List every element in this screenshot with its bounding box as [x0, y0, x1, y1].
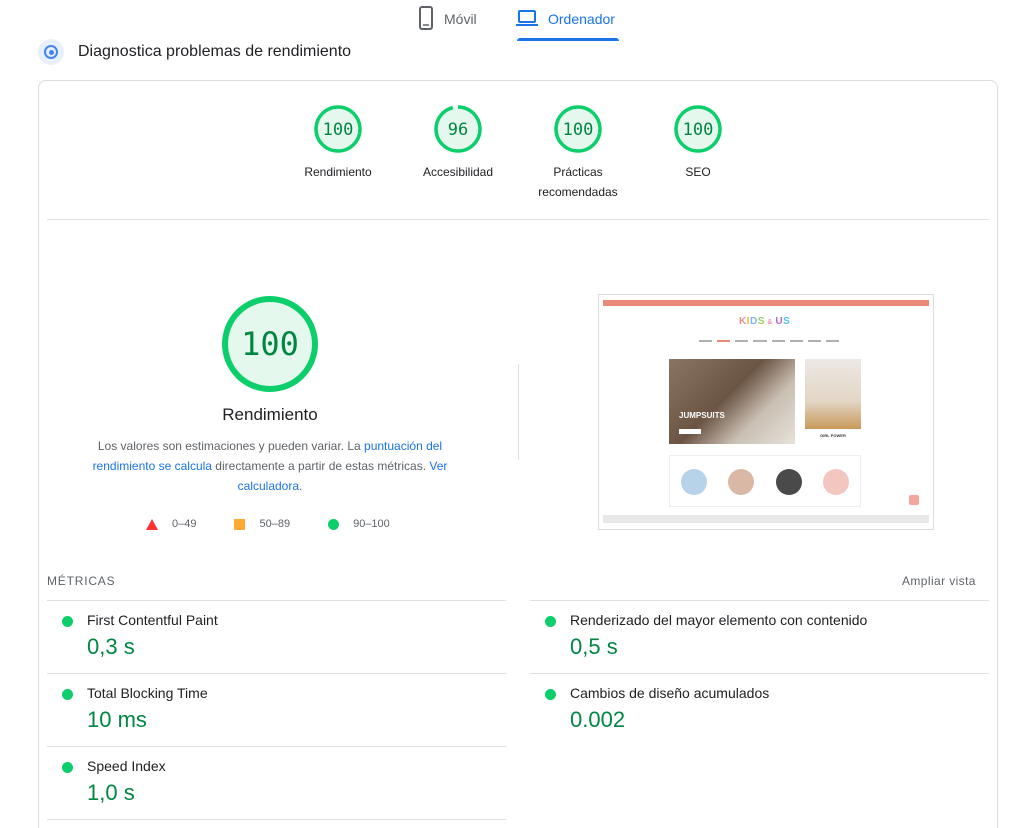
- thumb-hero-text: JUMPSUITS: [679, 411, 725, 420]
- gauge-rendimiento[interactable]: 100 Rendimiento: [278, 104, 398, 182]
- gauge-ring: 100: [314, 105, 362, 153]
- metric-lcp: Renderizado del mayor elemento con conte…: [530, 600, 989, 673]
- gauge-seo[interactable]: 100 SEO: [638, 104, 758, 182]
- legend-pass-label: 90–100: [353, 518, 390, 530]
- gauge-label: Accesibilidad: [422, 165, 494, 179]
- thumb-hero-button: [679, 429, 701, 434]
- thumb-cookie-bar: [603, 515, 929, 523]
- pass-icon: [545, 689, 556, 700]
- gauge-label-line2: recomendadas: [538, 185, 618, 199]
- thumb-side-text: GIRL POWER: [820, 433, 846, 438]
- thumb-banner: [603, 300, 929, 306]
- final-screenshot[interactable]: KIDS & US JUMPSUITS GIRL POWER: [598, 294, 934, 530]
- pass-icon: [62, 762, 73, 773]
- metric-title: Speed Index: [87, 758, 166, 774]
- metric-value: 0,5 s: [570, 634, 618, 659]
- metrics-heading: MÉTRICAS: [47, 574, 116, 588]
- section-title: Diagnostica problemas de rendimiento: [78, 43, 352, 60]
- metric-title: Renderizado del mayor elemento con conte…: [570, 612, 868, 628]
- legend-average-label: 50–89: [259, 518, 291, 530]
- tab-mobile-label: Móvil: [444, 11, 477, 27]
- gauge-score: 100: [563, 120, 594, 140]
- metric-si: Speed Index 1,0 s: [47, 746, 506, 819]
- metric-value: 10 ms: [87, 707, 147, 732]
- legend-fail-label: 0–49: [172, 518, 197, 530]
- pass-icon: [545, 616, 556, 627]
- triangle-icon: [146, 518, 158, 530]
- thumb-logo: KIDS & US: [739, 316, 791, 327]
- desc-text: Los valores son estimaciones y pueden va…: [97, 439, 365, 453]
- gauge-score: 96: [448, 120, 468, 140]
- performance-label: Rendimiento: [222, 405, 318, 424]
- legend-fail: 0–49: [146, 518, 196, 530]
- device-tabs: Móvil Ordenador: [0, 0, 1030, 42]
- thumb-side-image: [805, 359, 861, 429]
- metric-value: 1,0 s: [87, 780, 135, 805]
- diagnose-heading: Diagnostica problemas de rendimiento: [38, 38, 351, 66]
- metric-value: 0,3 s: [87, 634, 135, 659]
- metric-cls: Cambios de diseño acumulados 0.002: [530, 673, 989, 746]
- gauge-label: Rendimiento: [304, 165, 372, 179]
- circle-icon: [328, 518, 340, 530]
- performance-gauge: 100: [220, 294, 320, 394]
- gauge-score: 100: [323, 120, 354, 140]
- gauge-ring: 100: [674, 105, 722, 153]
- gauge-ring: 96: [434, 105, 482, 153]
- performance-description: Los valores son estimaciones y pueden va…: [86, 436, 454, 496]
- metric-title: Cambios de diseño acumulados: [570, 685, 770, 701]
- legend-average: 50–89: [234, 518, 290, 530]
- legend-pass: 90–100: [328, 518, 390, 530]
- metric-title: Total Blocking Time: [87, 685, 208, 701]
- gauge-accesibilidad[interactable]: 96 Accesibilidad: [398, 104, 518, 182]
- gauge-score: 100: [683, 120, 714, 140]
- tab-desktop[interactable]: Ordenador: [516, 4, 615, 34]
- diagnose-icon: [38, 39, 64, 65]
- performance-score: 100: [241, 325, 299, 363]
- metric-title: First Contentful Paint: [87, 612, 218, 628]
- divider: [47, 819, 506, 820]
- phone-icon: [418, 5, 434, 33]
- desc-text: directamente a partir de estas métricas.: [211, 459, 430, 473]
- pass-icon: [62, 689, 73, 700]
- gauge-practicas[interactable]: 100 Prácticas recomendadas: [518, 104, 638, 202]
- active-tab-indicator: [517, 38, 619, 41]
- metric-tbt: Total Blocking Time 10 ms: [47, 673, 506, 746]
- tab-mobile[interactable]: Móvil: [418, 4, 477, 34]
- divider: [47, 219, 989, 220]
- square-icon: [234, 518, 246, 530]
- gauge-ring: 100: [554, 105, 602, 153]
- gauge-label: SEO: [685, 165, 711, 179]
- thumb-hero: JUMPSUITS: [669, 359, 795, 444]
- gauge-label: Prácticas: [553, 165, 603, 179]
- pass-icon: [62, 616, 73, 627]
- thumb-chat-icon: [909, 495, 919, 505]
- metric-fcp: First Contentful Paint 0,3 s: [47, 600, 506, 673]
- expand-view-toggle[interactable]: Ampliar vista: [902, 574, 976, 588]
- thumb-nav: [699, 340, 839, 343]
- metric-value: 0.002: [570, 707, 626, 732]
- vertical-divider: [518, 364, 519, 460]
- tab-desktop-label: Ordenador: [548, 11, 615, 27]
- score-legend: 0–49 50–89 90–100: [146, 515, 390, 533]
- thumb-categories: [669, 455, 861, 507]
- desc-text: .: [299, 479, 303, 493]
- laptop-icon: [516, 9, 538, 30]
